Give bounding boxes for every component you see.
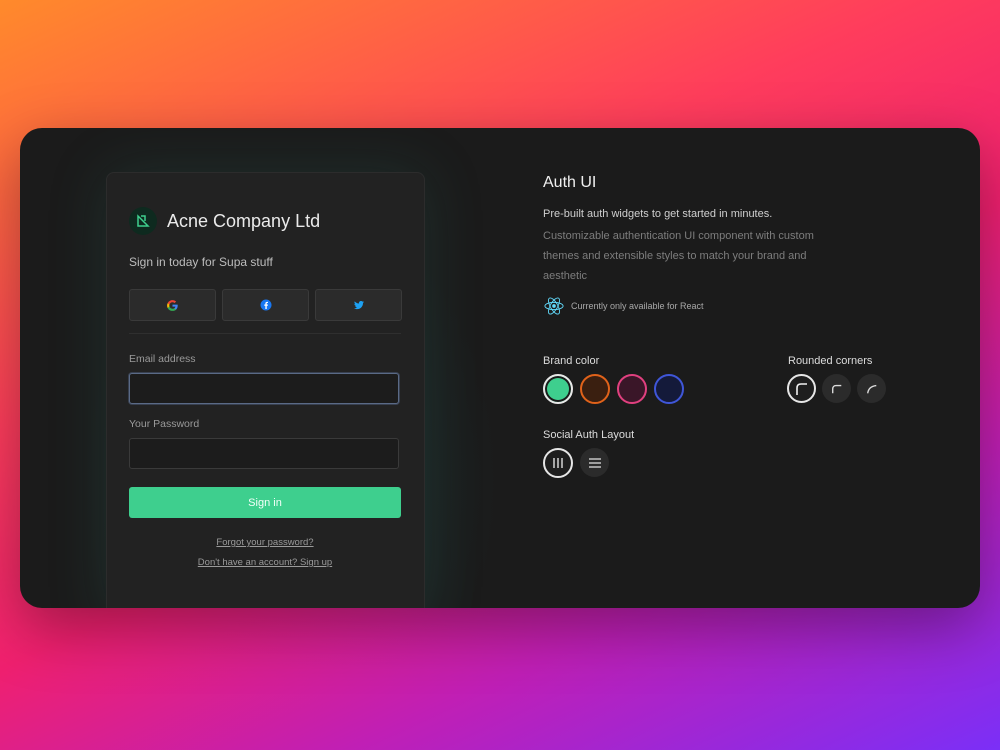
divider xyxy=(129,333,401,334)
react-note-text: Currently only available for React xyxy=(571,301,704,311)
auth-ui-panel: Acne Company Ltd Sign in today for Supa … xyxy=(20,128,980,608)
page-title: Auth UI xyxy=(543,174,597,191)
social-layout-options xyxy=(543,448,609,478)
corner-medium-button[interactable] xyxy=(822,374,851,403)
company-name: Acne Company Ltd xyxy=(167,210,321,231)
brand-color-label: Brand color xyxy=(543,355,600,367)
corner-large-icon xyxy=(795,382,807,395)
tagline: Pre-built auth widgets to get started in… xyxy=(543,208,773,220)
login-card: Acne Company Ltd Sign in today for Supa … xyxy=(106,172,425,608)
corner-large-button[interactable] xyxy=(787,374,816,403)
corner-medium-icon xyxy=(831,384,841,393)
login-subtitle: Sign in today for Supa stuff xyxy=(129,255,273,269)
email-label: Email address xyxy=(129,353,196,365)
swatch-pink[interactable] xyxy=(617,374,647,404)
description: Customizable authentication UI component… xyxy=(543,230,814,282)
swatch-green[interactable] xyxy=(543,374,573,404)
brand-header: Acne Company Ltd xyxy=(129,207,320,235)
react-icon xyxy=(544,297,564,315)
twitter-icon xyxy=(353,301,364,310)
password-input[interactable] xyxy=(129,438,399,469)
brand-color-swatches xyxy=(543,374,684,404)
social-layout-label: Social Auth Layout xyxy=(543,429,635,441)
columns-icon xyxy=(553,458,563,468)
rows-icon xyxy=(588,457,601,468)
social-buttons xyxy=(129,289,402,321)
swatch-orange[interactable] xyxy=(580,374,610,404)
corner-small-icon xyxy=(866,384,876,393)
react-note: Currently only available for React xyxy=(543,296,704,316)
password-label: Your Password xyxy=(129,418,200,430)
forgot-password-link[interactable]: Forgot your password? xyxy=(129,537,401,548)
layout-horizontal-button[interactable] xyxy=(543,448,573,478)
rounded-corners-options xyxy=(787,374,886,403)
facebook-signin-button[interactable] xyxy=(222,289,309,321)
twitter-signin-button[interactable] xyxy=(315,289,402,321)
google-icon xyxy=(167,299,178,311)
facebook-icon xyxy=(260,299,271,311)
layout-vertical-button[interactable] xyxy=(580,448,609,477)
supabase-logo-icon xyxy=(129,207,157,235)
rounded-corners-label: Rounded corners xyxy=(788,355,873,367)
google-signin-button[interactable] xyxy=(129,289,216,321)
sign-in-button[interactable]: Sign in xyxy=(129,487,401,518)
signup-link[interactable]: Don't have an account? Sign up xyxy=(129,557,401,568)
corner-small-button[interactable] xyxy=(857,374,886,403)
email-input[interactable] xyxy=(129,373,399,404)
swatch-blue[interactable] xyxy=(654,374,684,404)
